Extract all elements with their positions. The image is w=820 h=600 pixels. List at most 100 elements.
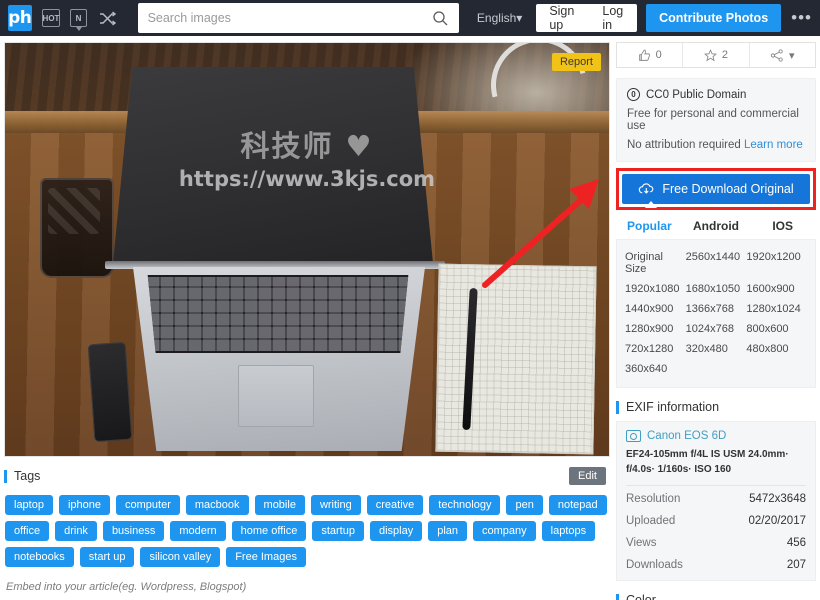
new-icon[interactable]: N: [70, 9, 87, 31]
hot-icon[interactable]: HOT: [41, 9, 61, 27]
tag-item[interactable]: laptop: [5, 495, 53, 515]
tag-item[interactable]: pen: [506, 495, 543, 515]
tag-item[interactable]: home office: [231, 521, 307, 541]
tag-item[interactable]: laptops: [541, 521, 596, 541]
exif-row: Uploaded 02/20/2017: [626, 510, 806, 532]
tag-item[interactable]: office: [5, 521, 50, 541]
shuffle-icon[interactable]: [99, 9, 116, 27]
photo-laptop-keyboard: [147, 275, 409, 353]
size-option[interactable]: 1600x900: [746, 279, 807, 299]
tags-title: Tags: [14, 469, 41, 483]
tag-item[interactable]: writing: [310, 495, 361, 515]
tag-item[interactable]: notepad: [548, 495, 607, 515]
tag-item[interactable]: silicon valley: [140, 547, 221, 567]
log-in-button[interactable]: Log in: [589, 4, 637, 32]
tag-item[interactable]: modern: [170, 521, 226, 541]
size-option[interactable]: 1920x1080: [625, 279, 686, 299]
exif-title: EXIF information: [626, 400, 720, 414]
site-logo[interactable]: ph: [8, 5, 32, 31]
exif-value: 456: [786, 537, 806, 549]
like-button[interactable]: 0: [617, 43, 684, 67]
tag-item[interactable]: drink: [55, 521, 97, 541]
size-tab-android[interactable]: Android: [683, 217, 750, 239]
favorite-count: 2: [721, 49, 729, 61]
size-row: 720x1280 320x480 480x800: [625, 339, 807, 359]
main-content-column: 科技师 ♥ https://www.3kjs.com Report Tags E…: [0, 36, 614, 600]
sidebar-column: 0 2 ▾ 0 CC0 Public Domain Free for perso…: [614, 36, 820, 600]
tag-item[interactable]: creative: [366, 495, 424, 515]
exif-key: Resolution: [626, 493, 681, 505]
favorite-button[interactable]: 2: [683, 43, 750, 67]
download-caret-icon: [645, 201, 657, 208]
size-option[interactable]: 1440x900: [625, 299, 686, 319]
tags-title-group: Tags: [4, 469, 40, 483]
search-bar[interactable]: [137, 3, 459, 33]
size-tab-bar: Popular Android IOS: [616, 217, 816, 239]
language-selector[interactable]: English▾: [477, 11, 522, 25]
search-icon[interactable]: [431, 9, 449, 27]
tag-item[interactable]: notebooks: [5, 547, 74, 567]
tag-item[interactable]: company: [473, 521, 536, 541]
exif-key: Downloads: [626, 559, 683, 571]
size-option[interactable]: Original Size: [625, 247, 686, 279]
tag-item[interactable]: macbook: [185, 495, 249, 515]
exif-box: Canon EOS 6D EF24-105mm f/4L IS USM 24.0…: [616, 421, 816, 581]
tag-item[interactable]: business: [102, 521, 165, 541]
download-button-label: Free Download Original: [662, 182, 794, 196]
license-usage-text: Free for personal and commercial use: [627, 108, 799, 132]
star-icon: [703, 48, 717, 61]
tag-item[interactable]: startup: [312, 521, 364, 541]
contribute-photos-button[interactable]: Contribute Photos: [646, 4, 782, 32]
size-option[interactable]: 1024x768: [686, 319, 747, 339]
size-option[interactable]: 360x640: [625, 359, 686, 379]
exif-row: Views 456: [626, 532, 806, 554]
size-option[interactable]: 320x480: [686, 339, 747, 359]
size-tab-popular[interactable]: Popular: [616, 217, 683, 239]
tag-item[interactable]: plan: [428, 521, 468, 541]
size-tab-ios[interactable]: IOS: [749, 217, 816, 239]
auth-button-group: Sign up Log in: [536, 4, 638, 32]
tag-item[interactable]: computer: [116, 495, 180, 515]
exif-row: Resolution 5472x3648: [626, 488, 806, 510]
size-option[interactable]: 1280x900: [625, 319, 686, 339]
free-download-original-button[interactable]: Free Download Original: [622, 174, 810, 204]
share-button[interactable]: ▾: [750, 43, 815, 67]
thumbs-up-icon: [638, 49, 650, 61]
exif-rows: Resolution 5472x3648 Uploaded 02/20/2017 Vie…: [626, 488, 806, 576]
edit-tags-button[interactable]: Edit: [569, 467, 606, 485]
share-caret-icon: ▾: [789, 49, 795, 62]
tag-item[interactable]: Free Images: [226, 547, 306, 567]
section-accent-bar: [616, 400, 619, 414]
size-row: 360x640: [625, 359, 807, 379]
color-section-header: Color: [616, 593, 816, 600]
size-option[interactable]: 2560x1440: [686, 247, 747, 279]
learn-more-link[interactable]: Learn more: [744, 139, 803, 151]
size-option[interactable]: 1680x1050: [686, 279, 747, 299]
size-option[interactable]: 1920x1200: [746, 247, 807, 279]
section-accent-bar: [616, 593, 619, 600]
embed-note: Embed into your article(eg. Wordpress, B…: [6, 581, 247, 593]
size-option[interactable]: 1366x768: [686, 299, 747, 319]
report-button[interactable]: Report: [551, 53, 601, 71]
exif-value: 5472x3648: [749, 493, 806, 505]
tag-item[interactable]: iphone: [58, 495, 111, 515]
exif-row: Downloads 207: [626, 554, 806, 576]
search-input[interactable]: [147, 11, 431, 25]
photo-viewer[interactable]: 科技师 ♥ https://www.3kjs.com Report: [4, 42, 610, 457]
size-option[interactable]: 720x1280: [625, 339, 686, 359]
license-box: 0 CC0 Public Domain Free for personal an…: [616, 78, 816, 162]
camera-model: Canon EOS 6D: [647, 430, 727, 442]
tag-item[interactable]: display: [369, 521, 423, 541]
more-options-icon[interactable]: •••: [791, 9, 812, 26]
exif-section-header: EXIF information: [616, 400, 816, 414]
size-option[interactable]: 480x800: [746, 339, 807, 359]
photo-laptop-trackpad: [238, 365, 314, 427]
size-option-empty: [746, 359, 807, 379]
top-navbar: ph HOT N English▾ Sign up Log in Contrib…: [0, 0, 820, 36]
tag-item[interactable]: technology: [429, 495, 501, 515]
tag-item[interactable]: start up: [79, 547, 135, 567]
size-option[interactable]: 1280x1024: [746, 299, 807, 319]
sign-up-button[interactable]: Sign up: [536, 4, 589, 32]
size-option[interactable]: 800x600: [746, 319, 807, 339]
tag-item[interactable]: mobile: [254, 495, 305, 515]
